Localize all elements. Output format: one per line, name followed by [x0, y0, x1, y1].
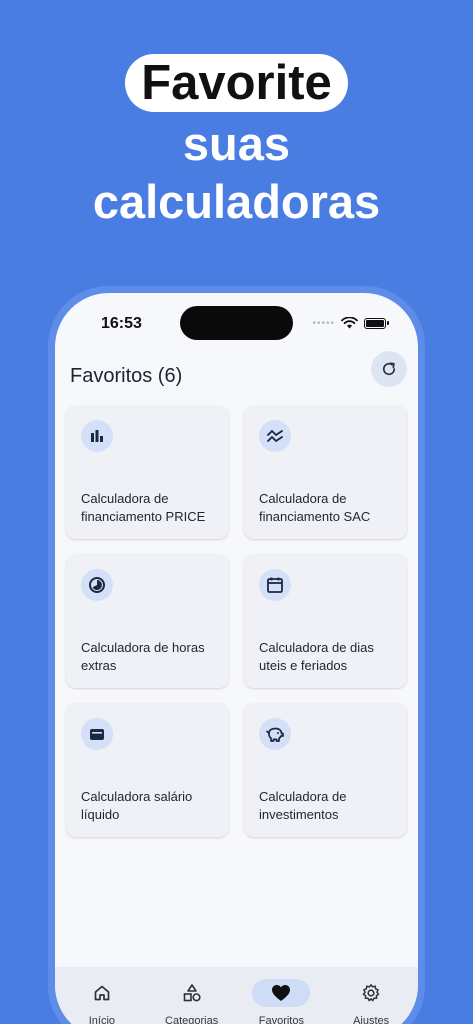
page-title: Favoritos (6) [70, 365, 183, 387]
calendar-icon [259, 569, 291, 601]
trend-lines-icon [259, 420, 291, 452]
refresh-icon [382, 362, 396, 376]
home-icon [94, 985, 110, 1001]
headline-line-3: calculadoras [92, 175, 381, 228]
heart-icon [272, 985, 291, 1001]
card-label: Calculadora de investimentos [259, 789, 347, 822]
clock-icon [81, 569, 113, 601]
status-time: 16:53 [101, 315, 142, 332]
card-dias-uteis[interactable]: Calculadora de dias uteis e feriados [244, 554, 407, 688]
phone-frame: 16:53 ••••• Favoritos (6) Calculadora de… [48, 286, 425, 1024]
card-label: Calculadora de dias uteis e feriados [259, 640, 374, 673]
dynamic-island [180, 306, 293, 340]
nav-favoritos[interactable]: Favoritos [237, 967, 327, 1024]
nav-label: Categorias [165, 1015, 219, 1024]
battery-icon [364, 317, 389, 329]
signal-dots: ••••• [312, 317, 335, 329]
nav-categorias[interactable]: Categorias [147, 967, 237, 1024]
status-indicators: ••••• [312, 317, 389, 329]
card-label: Calculadora salário líquido [81, 789, 193, 822]
nav-label: Favoritos [258, 1015, 304, 1024]
bottom-navigation: Início Categorias Favoritos Ajustes [55, 967, 418, 1024]
nav-label: Ajustes [353, 1015, 390, 1024]
nav-inicio[interactable]: Início [57, 967, 147, 1024]
nav-ajustes[interactable]: Ajustes [326, 967, 416, 1024]
card-salario-liquido[interactable]: Calculadora salário líquido [66, 703, 229, 837]
card-label: Calculadora de financiamento PRICE [81, 491, 206, 524]
card-label: Calculadora de horas extras [81, 640, 205, 673]
phone-screen: 16:53 ••••• Favoritos (6) Calculadora de… [55, 293, 418, 1024]
wifi-icon [341, 317, 358, 329]
wallet-icon [81, 718, 113, 750]
card-horas-extras[interactable]: Calculadora de horas extras [66, 554, 229, 688]
headline-line-2: suas [182, 117, 291, 170]
nav-label: Início [88, 1015, 116, 1024]
card-financiamento-price[interactable]: Calculadora de financiamento PRICE [66, 405, 229, 539]
card-investimentos[interactable]: Calculadora de investimentos [244, 703, 407, 837]
promo-headline: Favorite suas calculadoras [0, 54, 473, 232]
refresh-button[interactable] [371, 351, 407, 387]
piggy-bank-icon [259, 718, 291, 750]
headline-highlight: Favorite [125, 54, 348, 112]
favorites-grid: Calculadora de financiamento PRICE Calcu… [66, 405, 407, 837]
shapes-icon [183, 984, 201, 1002]
card-label: Calculadora de financiamento SAC [259, 491, 371, 524]
card-financiamento-sac[interactable]: Calculadora de financiamento SAC [244, 405, 407, 539]
gear-icon [362, 984, 380, 1002]
bar-chart-icon [81, 420, 113, 452]
